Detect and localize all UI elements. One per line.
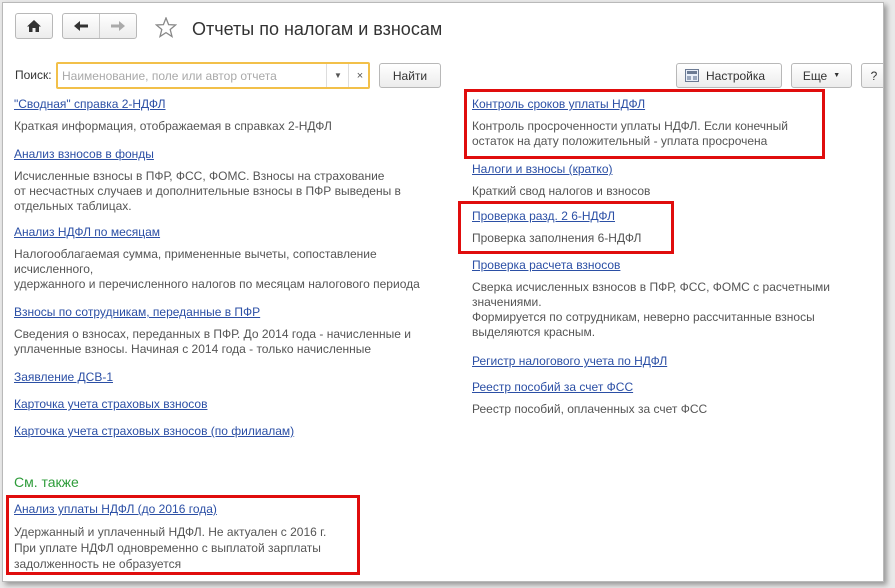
report-desc: Сверка исчисленных взносов в ПФР, ФСС, Ф… xyxy=(472,280,830,340)
settings-icon xyxy=(685,69,699,82)
search-dropdown-button[interactable]: ▼ xyxy=(326,64,349,87)
report-item: Анализ НДФЛ по месяцам Налогооблагаемая … xyxy=(14,225,420,292)
report-desc: Реестр пособий, оплаченных за счет ФСС xyxy=(472,402,707,417)
report-item: Карточка учета страховых взносов xyxy=(14,397,207,412)
back-button[interactable] xyxy=(63,14,100,38)
report-desc-line: выделяются красным. xyxy=(472,325,596,339)
report-desc-line: Сведения о взносах, переданных в ПФР. До… xyxy=(14,327,411,341)
help-button-label: ? xyxy=(870,68,878,83)
report-item: Регистр налогового учета по НДФЛ xyxy=(472,354,667,369)
chevron-down-icon: ▼ xyxy=(334,71,342,80)
report-window: Отчеты по налогам и взносам Поиск: ▼ × Н… xyxy=(2,2,884,582)
report-item: Анализ взносов в фонды Исчисленные взнос… xyxy=(14,147,401,214)
report-link[interactable]: Заявление ДСВ-1 xyxy=(14,370,113,385)
report-desc-line: уплаченные взносы. Начиная с 2014 года -… xyxy=(14,342,372,356)
report-desc-line: отдельных таблицах. xyxy=(14,199,132,213)
report-desc-line: Краткая информация, отображаемая в справ… xyxy=(14,119,332,133)
report-desc-line: Сверка исчисленных взносов в ПФР, ФСС, Ф… xyxy=(472,280,830,294)
report-desc-line: Формируется по сотрудникам, неверно расс… xyxy=(472,310,815,324)
report-desc-line: Краткий свод налогов и взносов xyxy=(472,184,651,198)
arrow-left-icon xyxy=(74,21,88,31)
highlight-box xyxy=(458,201,674,254)
settings-button[interactable]: Настройка xyxy=(676,63,782,88)
report-desc-line: Налогооблагаемая сумма, примененные выче… xyxy=(14,247,377,261)
report-desc: Краткая информация, отображаемая в справ… xyxy=(14,119,332,134)
star-icon xyxy=(155,16,177,38)
arrow-right-icon xyxy=(111,21,125,31)
report-link[interactable]: "Сводная" справка 2-НДФЛ xyxy=(14,97,332,112)
report-link[interactable]: Карточка учета страховых взносов (по фил… xyxy=(14,424,294,439)
report-link[interactable]: Налоги и взносы (кратко) xyxy=(472,162,650,177)
report-desc-line: Реестр пособий, оплаченных за счет ФСС xyxy=(472,402,708,416)
search-clear-button[interactable]: × xyxy=(348,64,371,87)
report-link[interactable]: Карточка учета страховых взносов xyxy=(14,397,207,412)
chevron-down-icon: ▼ xyxy=(833,72,841,79)
report-item: Взносы по сотрудникам, переданные в ПФР … xyxy=(14,305,411,357)
report-desc-line: значениями. xyxy=(472,295,542,309)
search-label: Поиск: xyxy=(15,68,52,82)
settings-button-label: Настройка xyxy=(706,68,766,83)
more-button[interactable]: Еще ▼ xyxy=(791,63,852,88)
home-button[interactable] xyxy=(15,13,53,39)
help-button[interactable]: ? xyxy=(861,63,883,88)
report-link[interactable]: Регистр налогового учета по НДФЛ xyxy=(472,354,667,369)
report-link[interactable]: Реестр пособий за счет ФСС xyxy=(472,380,707,395)
report-link[interactable]: Взносы по сотрудникам, переданные в ПФР xyxy=(14,305,411,320)
report-link[interactable]: Анализ НДФЛ по месяцам xyxy=(14,225,420,240)
report-link[interactable]: Анализ взносов в фонды xyxy=(14,147,401,162)
report-item: Реестр пособий за счет ФСС Реестр пособи… xyxy=(472,380,707,417)
home-icon xyxy=(27,20,41,32)
page-title: Отчеты по налогам и взносам xyxy=(192,19,443,39)
report-item: Налоги и взносы (кратко) Краткий свод на… xyxy=(472,162,650,199)
find-button-label: Найти xyxy=(392,68,428,83)
report-desc: Краткий свод налогов и взносов xyxy=(472,184,650,199)
highlight-box xyxy=(6,495,360,575)
clear-icon: × xyxy=(356,69,364,82)
report-desc-line: исчисленного, xyxy=(14,262,94,276)
highlight-box xyxy=(464,89,825,159)
report-desc: Сведения о взносах, переданных в ПФР. До… xyxy=(14,327,411,357)
report-item: Проверка расчета взносов Сверка исчислен… xyxy=(472,258,830,340)
report-item: Заявление ДСВ-1 xyxy=(14,370,113,385)
forward-button[interactable] xyxy=(100,14,136,38)
search-input[interactable] xyxy=(62,67,322,85)
search-field[interactable]: ▼ × xyxy=(56,62,370,89)
report-item: Карточка учета страховых взносов (по фил… xyxy=(14,424,294,439)
more-button-label: Еще xyxy=(802,68,828,83)
report-desc-line: Исчисленные взносы в ПФР, ФСС, ФОМС. Взн… xyxy=(14,169,385,183)
report-desc-line: от несчастных случаев и дополнительные в… xyxy=(14,184,401,198)
report-desc-line: удержанного и перечисленного налогов по … xyxy=(14,277,420,291)
report-item: "Сводная" справка 2-НДФЛ Краткая информа… xyxy=(14,97,332,134)
report-desc: Налогооблагаемая сумма, примененные выче… xyxy=(14,247,420,292)
report-desc: Исчисленные взносы в ПФР, ФСС, ФОМС. Взн… xyxy=(14,169,401,214)
favorite-button[interactable] xyxy=(153,15,179,39)
see-also-heading: См. также xyxy=(14,474,79,490)
report-link[interactable]: Проверка расчета взносов xyxy=(472,258,830,273)
find-button[interactable]: Найти xyxy=(379,63,441,88)
